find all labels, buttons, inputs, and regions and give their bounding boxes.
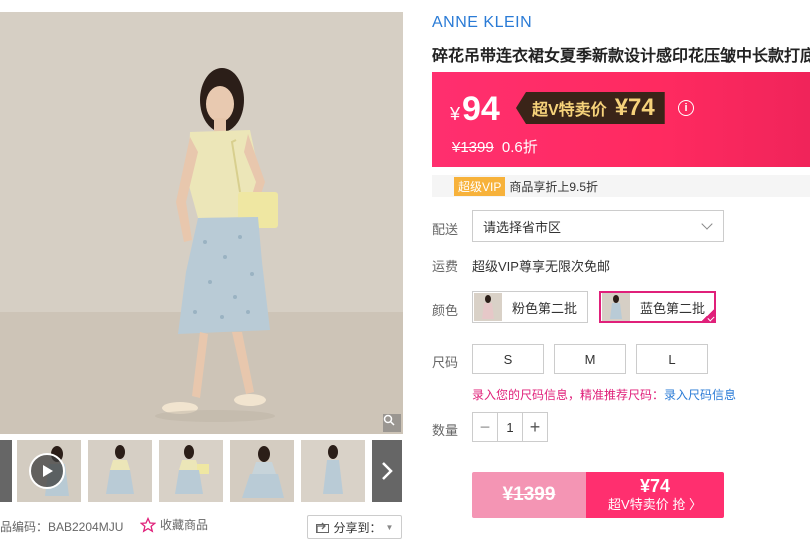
original-price: ¥1399	[452, 139, 494, 156]
chevron-down-icon	[701, 218, 713, 230]
share-button[interactable]: 分享到： ▼	[307, 515, 402, 539]
svip-price-tag: 超V特卖价 ¥74	[516, 92, 665, 124]
color-label: 颜色	[432, 303, 459, 318]
favorite-label: 收藏商品	[160, 518, 209, 532]
size-label: 尺码	[432, 355, 459, 370]
share-label: 分享到：	[333, 520, 382, 535]
quantity-input[interactable]: 1	[497, 413, 523, 441]
quantity-stepper: − 1 +	[472, 412, 548, 442]
color-swatch	[474, 293, 502, 321]
main-product-image[interactable]	[0, 12, 403, 434]
thumbs-next-button[interactable]	[372, 440, 402, 502]
color-swatch	[602, 293, 630, 321]
size-tip-text: 录入您的尺码信息，精准推荐尺码：	[472, 388, 665, 402]
thumbnail-image[interactable]	[301, 440, 365, 502]
current-price: ¥ 94	[450, 90, 500, 129]
shipping-label: 运费	[432, 259, 459, 274]
color-option-label: 粉色第二批	[512, 300, 578, 316]
play-icon[interactable]	[29, 453, 65, 489]
size-option-m[interactable]: M	[554, 344, 626, 374]
vip-discount-bar: 超级VIP 商品享折上9.5折	[432, 175, 810, 197]
size-option-l[interactable]: L	[636, 344, 708, 374]
region-select[interactable]: 请选择省市区	[472, 210, 724, 242]
sku-code: 品编码：BAB2204MJU	[0, 520, 124, 534]
buy-original-price: ¥1399	[502, 484, 556, 505]
quantity-plus-button[interactable]: +	[523, 413, 547, 441]
shipping-text: 超级VIP尊享无限次免邮	[472, 259, 610, 274]
vip-discount-text: 商品享折上9.5折	[509, 179, 599, 194]
dropdown-caret-icon: ▼	[385, 522, 394, 532]
thumbnail-image[interactable]	[88, 440, 152, 502]
current-price-value: 94	[462, 90, 500, 128]
product-title: 碎花吊带连衣裙女夏季新款设计感印花压皱中长款打底	[432, 48, 810, 65]
buy-vip-button[interactable]: ¥74 超V特卖价 抢 〉	[586, 472, 724, 518]
size-option-s[interactable]: S	[472, 344, 544, 374]
color-option-blue[interactable]: 蓝色第二批	[599, 291, 716, 323]
color-option-label: 蓝色第二批	[640, 300, 706, 316]
thumbs-prev-button[interactable]	[0, 440, 12, 502]
size-tip: 录入您的尺码信息，精准推荐尺码：录入尺码信息	[472, 386, 736, 403]
buy-vip-action: 超V特卖价 抢 〉	[608, 497, 702, 512]
gallery-footer: 品编码：BAB2204MJU 收藏商品 分享到： ▼	[0, 512, 403, 540]
price-panel: ¥ 94 超V特卖价 ¥74 i ¥1399 0.6折	[432, 72, 810, 167]
star-icon	[140, 516, 156, 533]
buy-vip-price: ¥74	[639, 476, 671, 496]
zoom-icon[interactable]	[383, 414, 401, 432]
svip-price: ¥74	[614, 94, 655, 121]
svip-label: 超V特卖价	[532, 102, 607, 119]
buy-original-price-button[interactable]: ¥1399	[472, 472, 586, 518]
share-icon	[315, 522, 329, 533]
currency-symbol: ¥	[450, 104, 461, 124]
quantity-minus-button[interactable]: −	[473, 413, 497, 441]
region-placeholder: 请选择省市区	[483, 219, 562, 235]
quantity-label: 数量	[432, 423, 459, 438]
color-option-pink[interactable]: 粉色第二批	[472, 291, 588, 323]
delivery-label: 配送	[432, 222, 459, 237]
selected-check-icon	[700, 307, 716, 323]
favorite-button[interactable]: 收藏商品	[140, 516, 208, 533]
thumbnail-image[interactable]	[230, 440, 294, 502]
thumbnail-video[interactable]	[17, 440, 81, 502]
thumbnail-strip	[0, 440, 403, 502]
brand-link[interactable]: ANNE KLEIN	[432, 14, 532, 32]
size-info-link[interactable]: 录入尺码信息	[664, 388, 736, 402]
vip-badge: 超级VIP	[454, 176, 506, 196]
original-price-line: ¥1399 0.6折	[452, 136, 538, 157]
discount-text: 0.6折	[501, 139, 538, 156]
thumbnail-image[interactable]	[159, 440, 223, 502]
info-icon[interactable]: i	[678, 100, 694, 116]
